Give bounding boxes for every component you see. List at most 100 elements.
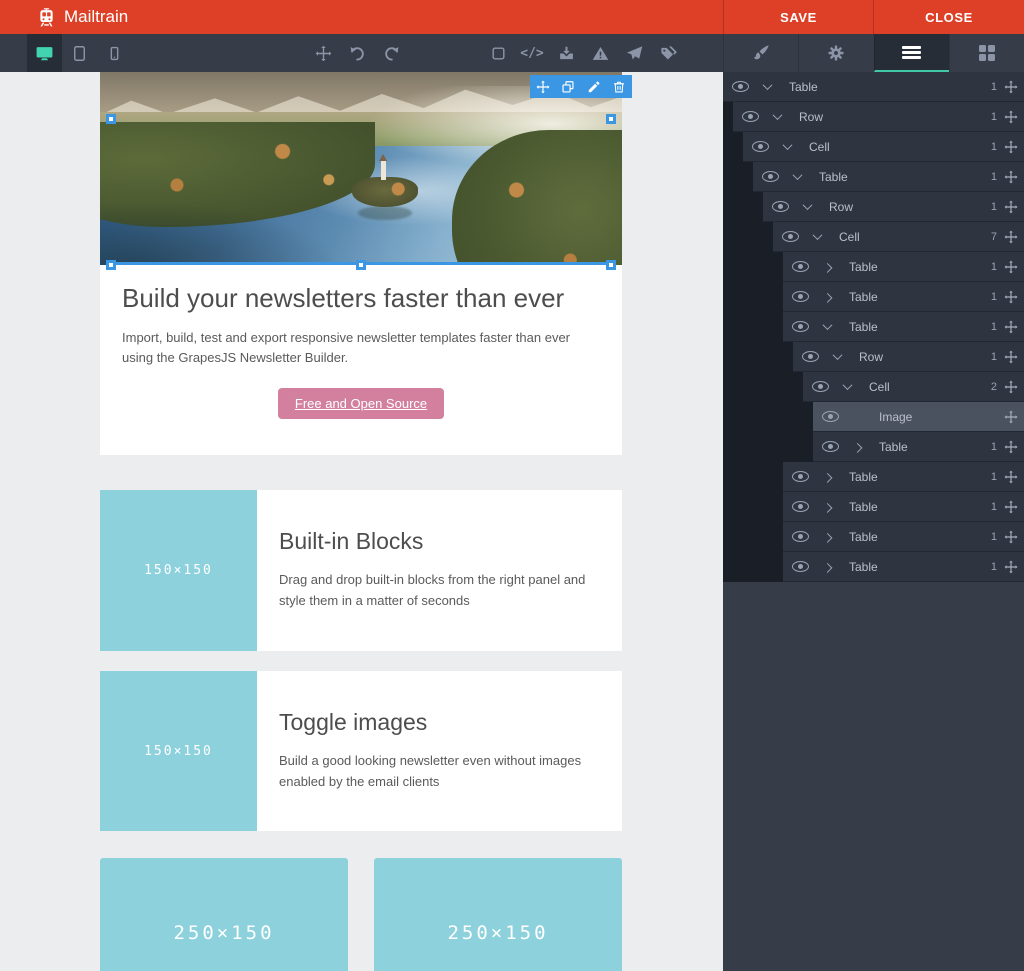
editor-canvas[interactable]: Build your newsletters faster than ever …: [0, 72, 723, 971]
resize-handle-top-right[interactable]: [606, 114, 616, 124]
eye-icon[interactable]: [742, 111, 759, 122]
close-button[interactable]: CLOSE: [873, 0, 1024, 34]
move-handle-icon[interactable]: [1004, 140, 1018, 154]
eye-icon[interactable]: [792, 501, 809, 512]
eye-icon[interactable]: [792, 561, 809, 572]
redo-button[interactable]: [374, 34, 408, 72]
tab-layers[interactable]: [874, 34, 949, 72]
copy-icon[interactable]: [561, 80, 575, 94]
eye-icon[interactable]: [792, 321, 809, 332]
chevron-right-icon[interactable]: [821, 473, 833, 480]
eye-icon[interactable]: [752, 141, 769, 152]
chevron-right-icon[interactable]: [821, 533, 833, 540]
layer-row-row[interactable]: Row 1: [763, 192, 1024, 222]
layer-row-cell[interactable]: Cell 2: [803, 372, 1024, 402]
layer-row-cell[interactable]: Cell 1: [743, 132, 1024, 162]
move-handle-icon[interactable]: [1004, 80, 1018, 94]
resize-handle-bottom-right[interactable]: [606, 260, 616, 270]
move-handle-icon[interactable]: [1004, 380, 1018, 394]
merge-tags-button[interactable]: [651, 34, 685, 72]
send-test-button[interactable]: [617, 34, 651, 72]
move-handle-icon[interactable]: [1004, 110, 1018, 124]
chevron-down-icon[interactable]: [841, 383, 853, 390]
move-handle-icon[interactable]: [1004, 410, 1018, 424]
resize-handle-bottom-left[interactable]: [106, 260, 116, 270]
import-button[interactable]: [549, 34, 583, 72]
undo-button[interactable]: [340, 34, 374, 72]
layer-row-table[interactable]: Table 1: [783, 282, 1024, 312]
eye-icon[interactable]: [812, 381, 829, 392]
move-handle-icon[interactable]: [1004, 440, 1018, 454]
layer-row-image-selected[interactable]: Image: [813, 402, 1024, 432]
chevron-down-icon[interactable]: [811, 233, 823, 240]
move-handle-icon[interactable]: [1004, 500, 1018, 514]
layer-row-table[interactable]: Table 1: [723, 72, 1024, 102]
eye-icon[interactable]: [792, 471, 809, 482]
placeholder-image-150[interactable]: 150×150: [100, 490, 257, 651]
resize-handle-bottom-center[interactable]: [356, 260, 366, 270]
layer-row-table[interactable]: Table 1: [813, 432, 1024, 462]
move-handle-icon[interactable]: [1004, 260, 1018, 274]
layer-row-table[interactable]: Table 1: [783, 552, 1024, 582]
layer-row-table[interactable]: Table 1: [753, 162, 1024, 192]
device-mobile-button[interactable]: [97, 34, 132, 72]
borders-toggle-button[interactable]: [481, 34, 515, 72]
eye-icon[interactable]: [762, 171, 779, 182]
device-desktop-button[interactable]: [27, 34, 62, 72]
move-handle-icon[interactable]: [1004, 170, 1018, 184]
free-open-source-button[interactable]: Free and Open Source: [278, 388, 444, 419]
eye-icon[interactable]: [822, 441, 839, 452]
layer-row-table[interactable]: Table 1: [783, 462, 1024, 492]
save-button[interactable]: SAVE: [723, 0, 873, 34]
eye-icon[interactable]: [782, 231, 799, 242]
chevron-down-icon[interactable]: [831, 353, 843, 360]
move-handle-icon[interactable]: [1004, 530, 1018, 544]
tab-style-manager[interactable]: [723, 34, 798, 72]
chevron-right-icon[interactable]: [821, 563, 833, 570]
device-tablet-button[interactable]: [62, 34, 97, 72]
move-handle-icon[interactable]: [1004, 470, 1018, 484]
move-handle-icon[interactable]: [1004, 290, 1018, 304]
chevron-right-icon[interactable]: [821, 263, 833, 270]
eye-icon[interactable]: [792, 291, 809, 302]
chevron-down-icon[interactable]: [801, 203, 813, 210]
edit-pencil-icon[interactable]: [587, 80, 601, 94]
eye-icon[interactable]: [792, 531, 809, 542]
eye-icon[interactable]: [822, 411, 839, 422]
resize-handle-top-left[interactable]: [106, 114, 116, 124]
eye-icon[interactable]: [792, 261, 809, 272]
layer-row-table[interactable]: Table 1: [783, 252, 1024, 282]
drag-mode-button[interactable]: [306, 34, 340, 72]
chevron-down-icon[interactable]: [821, 323, 833, 330]
test-warning-button[interactable]: [583, 34, 617, 72]
move-handle-icon[interactable]: [1004, 320, 1018, 334]
placeholder-image-250[interactable]: 250×150: [100, 858, 348, 971]
delete-trash-icon[interactable]: [612, 80, 626, 94]
move-handle-icon[interactable]: [1004, 350, 1018, 364]
chevron-right-icon[interactable]: [821, 293, 833, 300]
move-handle-icon[interactable]: [1004, 230, 1018, 244]
layer-row-row[interactable]: Row 1: [733, 102, 1024, 132]
hero-image[interactable]: [100, 72, 622, 265]
chevron-down-icon[interactable]: [781, 143, 793, 150]
chevron-down-icon[interactable]: [791, 173, 803, 180]
chevron-right-icon[interactable]: [851, 443, 863, 450]
eye-icon[interactable]: [802, 351, 819, 362]
layer-row-cell[interactable]: Cell 7: [773, 222, 1024, 252]
layer-row-table[interactable]: Table 1: [783, 312, 1024, 342]
tab-settings[interactable]: [798, 34, 873, 72]
layer-row-table[interactable]: Table 1: [783, 492, 1024, 522]
layer-row-table[interactable]: Table 1: [783, 522, 1024, 552]
move-icon[interactable]: [536, 80, 550, 94]
chevron-right-icon[interactable]: [821, 503, 833, 510]
move-handle-icon[interactable]: [1004, 560, 1018, 574]
move-handle-icon[interactable]: [1004, 200, 1018, 214]
placeholder-image-250[interactable]: 250×150: [374, 858, 622, 971]
chevron-down-icon[interactable]: [761, 83, 773, 90]
placeholder-image-150[interactable]: 150×150: [100, 671, 257, 831]
chevron-down-icon[interactable]: [771, 113, 783, 120]
layer-row-row[interactable]: Row 1: [793, 342, 1024, 372]
eye-icon[interactable]: [772, 201, 789, 212]
eye-icon[interactable]: [732, 81, 749, 92]
tab-blocks[interactable]: [949, 34, 1024, 72]
